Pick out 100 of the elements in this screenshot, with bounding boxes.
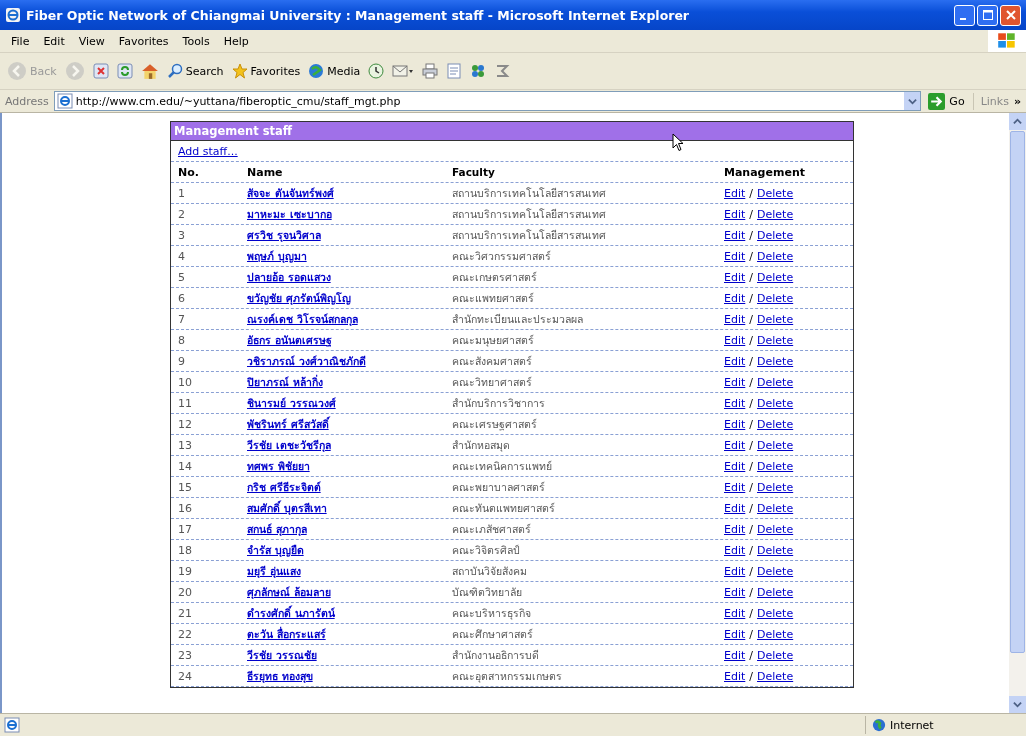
staff-name-link[interactable]: ดำรงศักดิ์ นภารัตน์ [247, 606, 335, 619]
menu-item[interactable]: Edit [36, 34, 72, 48]
vertical-scrollbar[interactable] [1009, 113, 1026, 713]
delete-link[interactable]: Delete [757, 333, 794, 347]
delete-link[interactable]: Delete [757, 207, 794, 221]
edit-link[interactable]: Edit [724, 228, 746, 242]
staff-name-link[interactable]: อัธกร อนันตเศรษฐ [247, 333, 332, 346]
staff-name-link[interactable]: ทศพร พิชัยยา [247, 459, 310, 472]
delete-link[interactable]: Delete [757, 249, 794, 263]
edit-link[interactable]: Edit [724, 480, 746, 494]
delete-link[interactable]: Delete [757, 522, 794, 536]
menu-item[interactable]: Tools [175, 34, 217, 48]
more-chevron[interactable]: » [1013, 94, 1023, 108]
menu-item[interactable]: Help [216, 34, 256, 48]
globe-icon [872, 718, 886, 732]
delete-link[interactable]: Delete [757, 459, 794, 473]
delete-link[interactable]: Delete [757, 669, 794, 683]
refresh-icon [116, 63, 133, 79]
go-button[interactable]: Go [924, 92, 974, 110]
link-separator: / [749, 669, 754, 683]
menu-item[interactable]: View [71, 34, 112, 48]
edit-link[interactable]: Edit [724, 669, 746, 683]
edit-link[interactable]: Edit [724, 396, 746, 410]
edit-link[interactable]: Edit [724, 354, 746, 368]
edit-link[interactable]: Edit [724, 207, 746, 221]
delete-link[interactable]: Delete [757, 186, 794, 200]
edit-link[interactable]: Edit [724, 543, 746, 557]
edit-link[interactable]: Edit [724, 312, 746, 326]
staff-name-link[interactable]: สัจจะ ตันจันทร์พงศ์ [247, 186, 334, 199]
staff-name-link[interactable]: วีรชัย เตชะวัชรีกุล [247, 438, 331, 451]
delete-link[interactable]: Delete [757, 291, 794, 305]
link-separator: / [749, 480, 754, 494]
staff-name-link[interactable]: กริช ศรีธีระจิตต์ [247, 480, 321, 493]
delete-link[interactable]: Delete [757, 354, 794, 368]
delete-link[interactable]: Delete [757, 564, 794, 578]
link-separator: / [749, 375, 754, 389]
staff-name-link[interactable]: จำรัส บุญยืด [247, 543, 304, 556]
staff-name-link[interactable]: ธีรยุทธ ทองสุข [247, 669, 313, 682]
chevron-down-icon[interactable] [1013, 700, 1022, 709]
staff-name-link[interactable]: ขวัญชัย ศุภรัตน์พิญโญ [247, 291, 351, 304]
delete-link[interactable]: Delete [757, 228, 794, 242]
staff-name-link[interactable]: สมศักดิ์ บุตรสีเทา [247, 501, 327, 514]
home-icon [140, 62, 159, 80]
staff-name-link[interactable]: พัชรินทร์ ศรีสวัสดิ์ [247, 417, 329, 430]
add-staff-link[interactable]: Add staff... [178, 144, 238, 158]
edit-link[interactable]: Edit [724, 459, 746, 473]
delete-link[interactable]: Delete [757, 648, 794, 662]
staff-name-link[interactable]: วีรชัย วรรณชัย [247, 648, 317, 661]
delete-link[interactable]: Delete [757, 417, 794, 431]
staff-name-link[interactable]: ณรงค์เดช วิโรจน์สกลกุล [247, 312, 358, 325]
minimize-button[interactable] [954, 4, 975, 26]
media-button[interactable]: Media [305, 61, 364, 81]
delete-link[interactable]: Delete [757, 585, 794, 599]
edit-link[interactable]: Edit [724, 627, 746, 641]
delete-link[interactable]: Delete [757, 438, 794, 452]
delete-link[interactable]: Delete [757, 375, 794, 389]
address-field[interactable]: http://www.cm.edu/~yuttana/fiberoptic_cmu/staff_mgt.php [53, 91, 922, 111]
staff-name-link[interactable]: ชินารมย์ วรรณวงศ์ [247, 396, 336, 409]
staff-name-link[interactable]: ศุภลักษณ์ ล้อมลาย [247, 585, 331, 598]
staff-name-link[interactable]: พฤษภ์ บุญมา [247, 249, 307, 262]
column-header: Management [723, 165, 806, 179]
staff-name-link[interactable]: มาหะมะ เซะบากอ [247, 207, 332, 220]
delete-link[interactable]: Delete [757, 270, 794, 284]
delete-link[interactable]: Delete [757, 480, 794, 494]
staff-name-link[interactable]: มยุรี อุ่นแสง [247, 564, 301, 577]
chevron-up-icon[interactable] [1013, 117, 1022, 126]
maximize-button[interactable] [977, 4, 998, 26]
row-number: 10 [177, 375, 193, 389]
delete-link[interactable]: Delete [757, 501, 794, 515]
edit-link[interactable]: Edit [724, 564, 746, 578]
delete-link[interactable]: Delete [757, 606, 794, 620]
staff-name-link[interactable]: สกนธ์ สุภากุล [247, 522, 307, 535]
edit-link[interactable]: Edit [724, 375, 746, 389]
edit-link[interactable]: Edit [724, 501, 746, 515]
delete-link[interactable]: Delete [757, 312, 794, 326]
edit-link[interactable]: Edit [724, 270, 746, 284]
staff-name-link[interactable]: วชิราภรณ์ วงศ์วาณิชภักดี [247, 354, 366, 367]
edit-link[interactable]: Edit [724, 585, 746, 599]
delete-link[interactable]: Delete [757, 543, 794, 557]
menu-item[interactable]: Favorites [111, 34, 176, 48]
edit-link[interactable]: Edit [724, 522, 746, 536]
staff-name-link[interactable]: ปิยาภรณ์ หล้ากิ่ง [247, 375, 323, 388]
staff-name-link[interactable]: ศรวิช รุจนวิศาล [247, 228, 321, 241]
favorites-button[interactable]: Favorites [228, 61, 304, 81]
edit-link[interactable]: Edit [724, 186, 746, 200]
staff-name-link[interactable]: ตะวัน สื่อกระแสร์ [247, 627, 326, 640]
search-button[interactable]: Search [163, 61, 227, 81]
edit-link[interactable]: Edit [724, 438, 746, 452]
delete-link[interactable]: Delete [757, 396, 794, 410]
maximize-icon [982, 10, 993, 20]
edit-link[interactable]: Edit [724, 291, 746, 305]
edit-link[interactable]: Edit [724, 606, 746, 620]
staff-name-link[interactable]: ปลายอ้อ รอดแสวง [247, 270, 331, 283]
edit-link[interactable]: Edit [724, 249, 746, 263]
menu-item[interactable]: File [4, 34, 37, 48]
close-button[interactable] [1000, 4, 1021, 26]
edit-link[interactable]: Edit [724, 333, 746, 347]
delete-link[interactable]: Delete [757, 627, 794, 641]
edit-link[interactable]: Edit [724, 417, 746, 431]
edit-link[interactable]: Edit [724, 648, 746, 662]
